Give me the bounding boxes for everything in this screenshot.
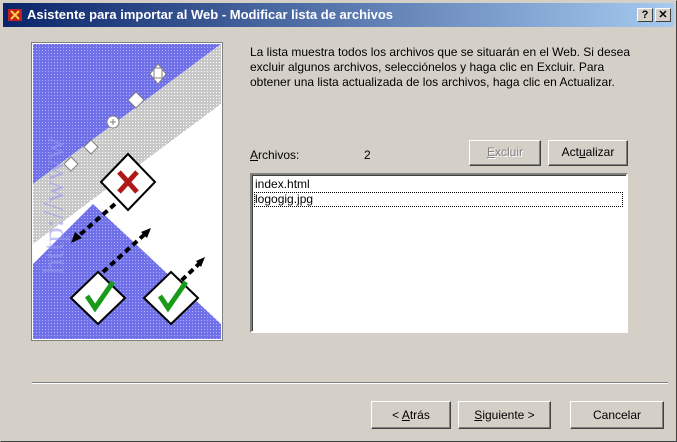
back-button[interactable]: < Atrás (371, 401, 451, 429)
wizard-illustration: http://www (31, 42, 223, 341)
watermark-text: http://www (37, 137, 70, 274)
import-wizard-window: Asistente para importar al Web - Modific… (0, 0, 677, 442)
separator-line (32, 382, 668, 384)
frontpage-app-icon (8, 9, 22, 21)
circle-plus-icon (106, 115, 120, 129)
files-label: Archivos: (250, 148, 300, 162)
files-count: 2 (364, 148, 371, 162)
list-item[interactable]: logogig.jpg (254, 192, 623, 207)
title-bar[interactable]: Asistente para importar al Web - Modific… (3, 3, 674, 27)
files-listbox[interactable]: index.html logogig.jpg (250, 173, 628, 333)
help-button[interactable]: ? (637, 8, 653, 22)
exclude-button[interactable]: Excluir (469, 140, 541, 166)
description-text: La lista muestra todos los archivos que … (250, 45, 630, 89)
next-button[interactable]: Siguiente > (458, 401, 551, 429)
close-button[interactable]: ✕ (655, 8, 671, 22)
cancel-button[interactable]: Cancelar (570, 401, 664, 429)
refresh-button[interactable]: Actualizar (548, 140, 628, 166)
window-title: Asistente para importar al Web - Modific… (27, 7, 394, 22)
list-item[interactable]: index.html (254, 177, 623, 192)
